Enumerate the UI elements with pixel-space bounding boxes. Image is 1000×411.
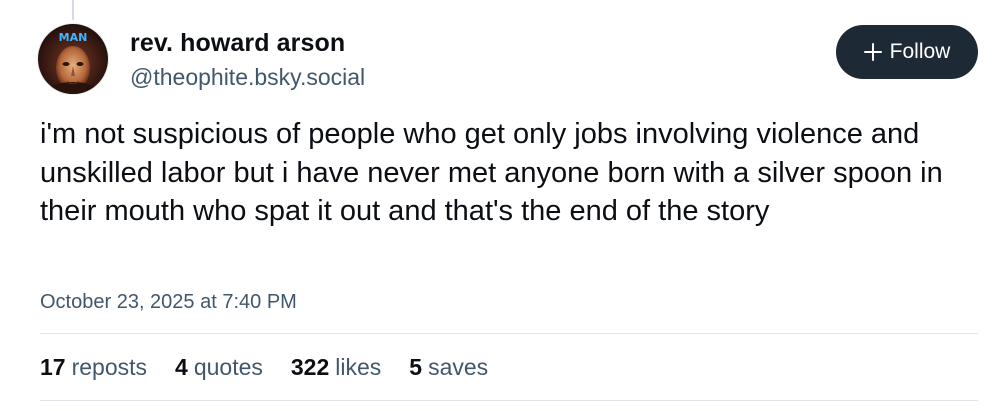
saves-label: saves [428, 354, 489, 380]
stat-quotes[interactable]: 4 quotes [175, 352, 263, 382]
post-timestamp[interactable]: October 23, 2025 at 7:40 PM [40, 290, 297, 314]
follow-button-label: Follow [889, 40, 951, 63]
post-stats: 17 reposts 4 quotes 322 likes 5 saves [40, 352, 488, 382]
author-info: rev. howard arson @theophite.bsky.social [130, 28, 365, 92]
follow-button[interactable]: Follow [836, 25, 978, 79]
divider [40, 400, 978, 401]
likes-count: 322 [290, 354, 330, 380]
reposts-count: 17 [40, 354, 66, 380]
reposts-label: reposts [71, 354, 148, 380]
post-text: i'm not suspicious of people who get onl… [40, 118, 943, 227]
stat-reposts[interactable]: 17 reposts [40, 352, 147, 382]
author-display-name[interactable]: rev. howard arson [130, 28, 365, 58]
stat-likes[interactable]: 322 likes [291, 352, 381, 382]
plus-icon [863, 43, 882, 61]
thread-connector-line [72, 0, 74, 20]
avatar[interactable]: MAN [38, 24, 108, 94]
quotes-label: quotes [193, 354, 263, 380]
saves-count: 5 [409, 354, 423, 380]
avatar-neon-sign: MAN [59, 31, 88, 44]
divider [40, 333, 978, 334]
author-handle[interactable]: @theophite.bsky.social [130, 62, 365, 92]
post-header: MAN rev. howard arson @theophite.bsky.so… [38, 24, 978, 94]
stat-saves[interactable]: 5 saves [409, 352, 488, 382]
likes-label: likes [335, 354, 382, 380]
quotes-count: 4 [175, 354, 188, 380]
